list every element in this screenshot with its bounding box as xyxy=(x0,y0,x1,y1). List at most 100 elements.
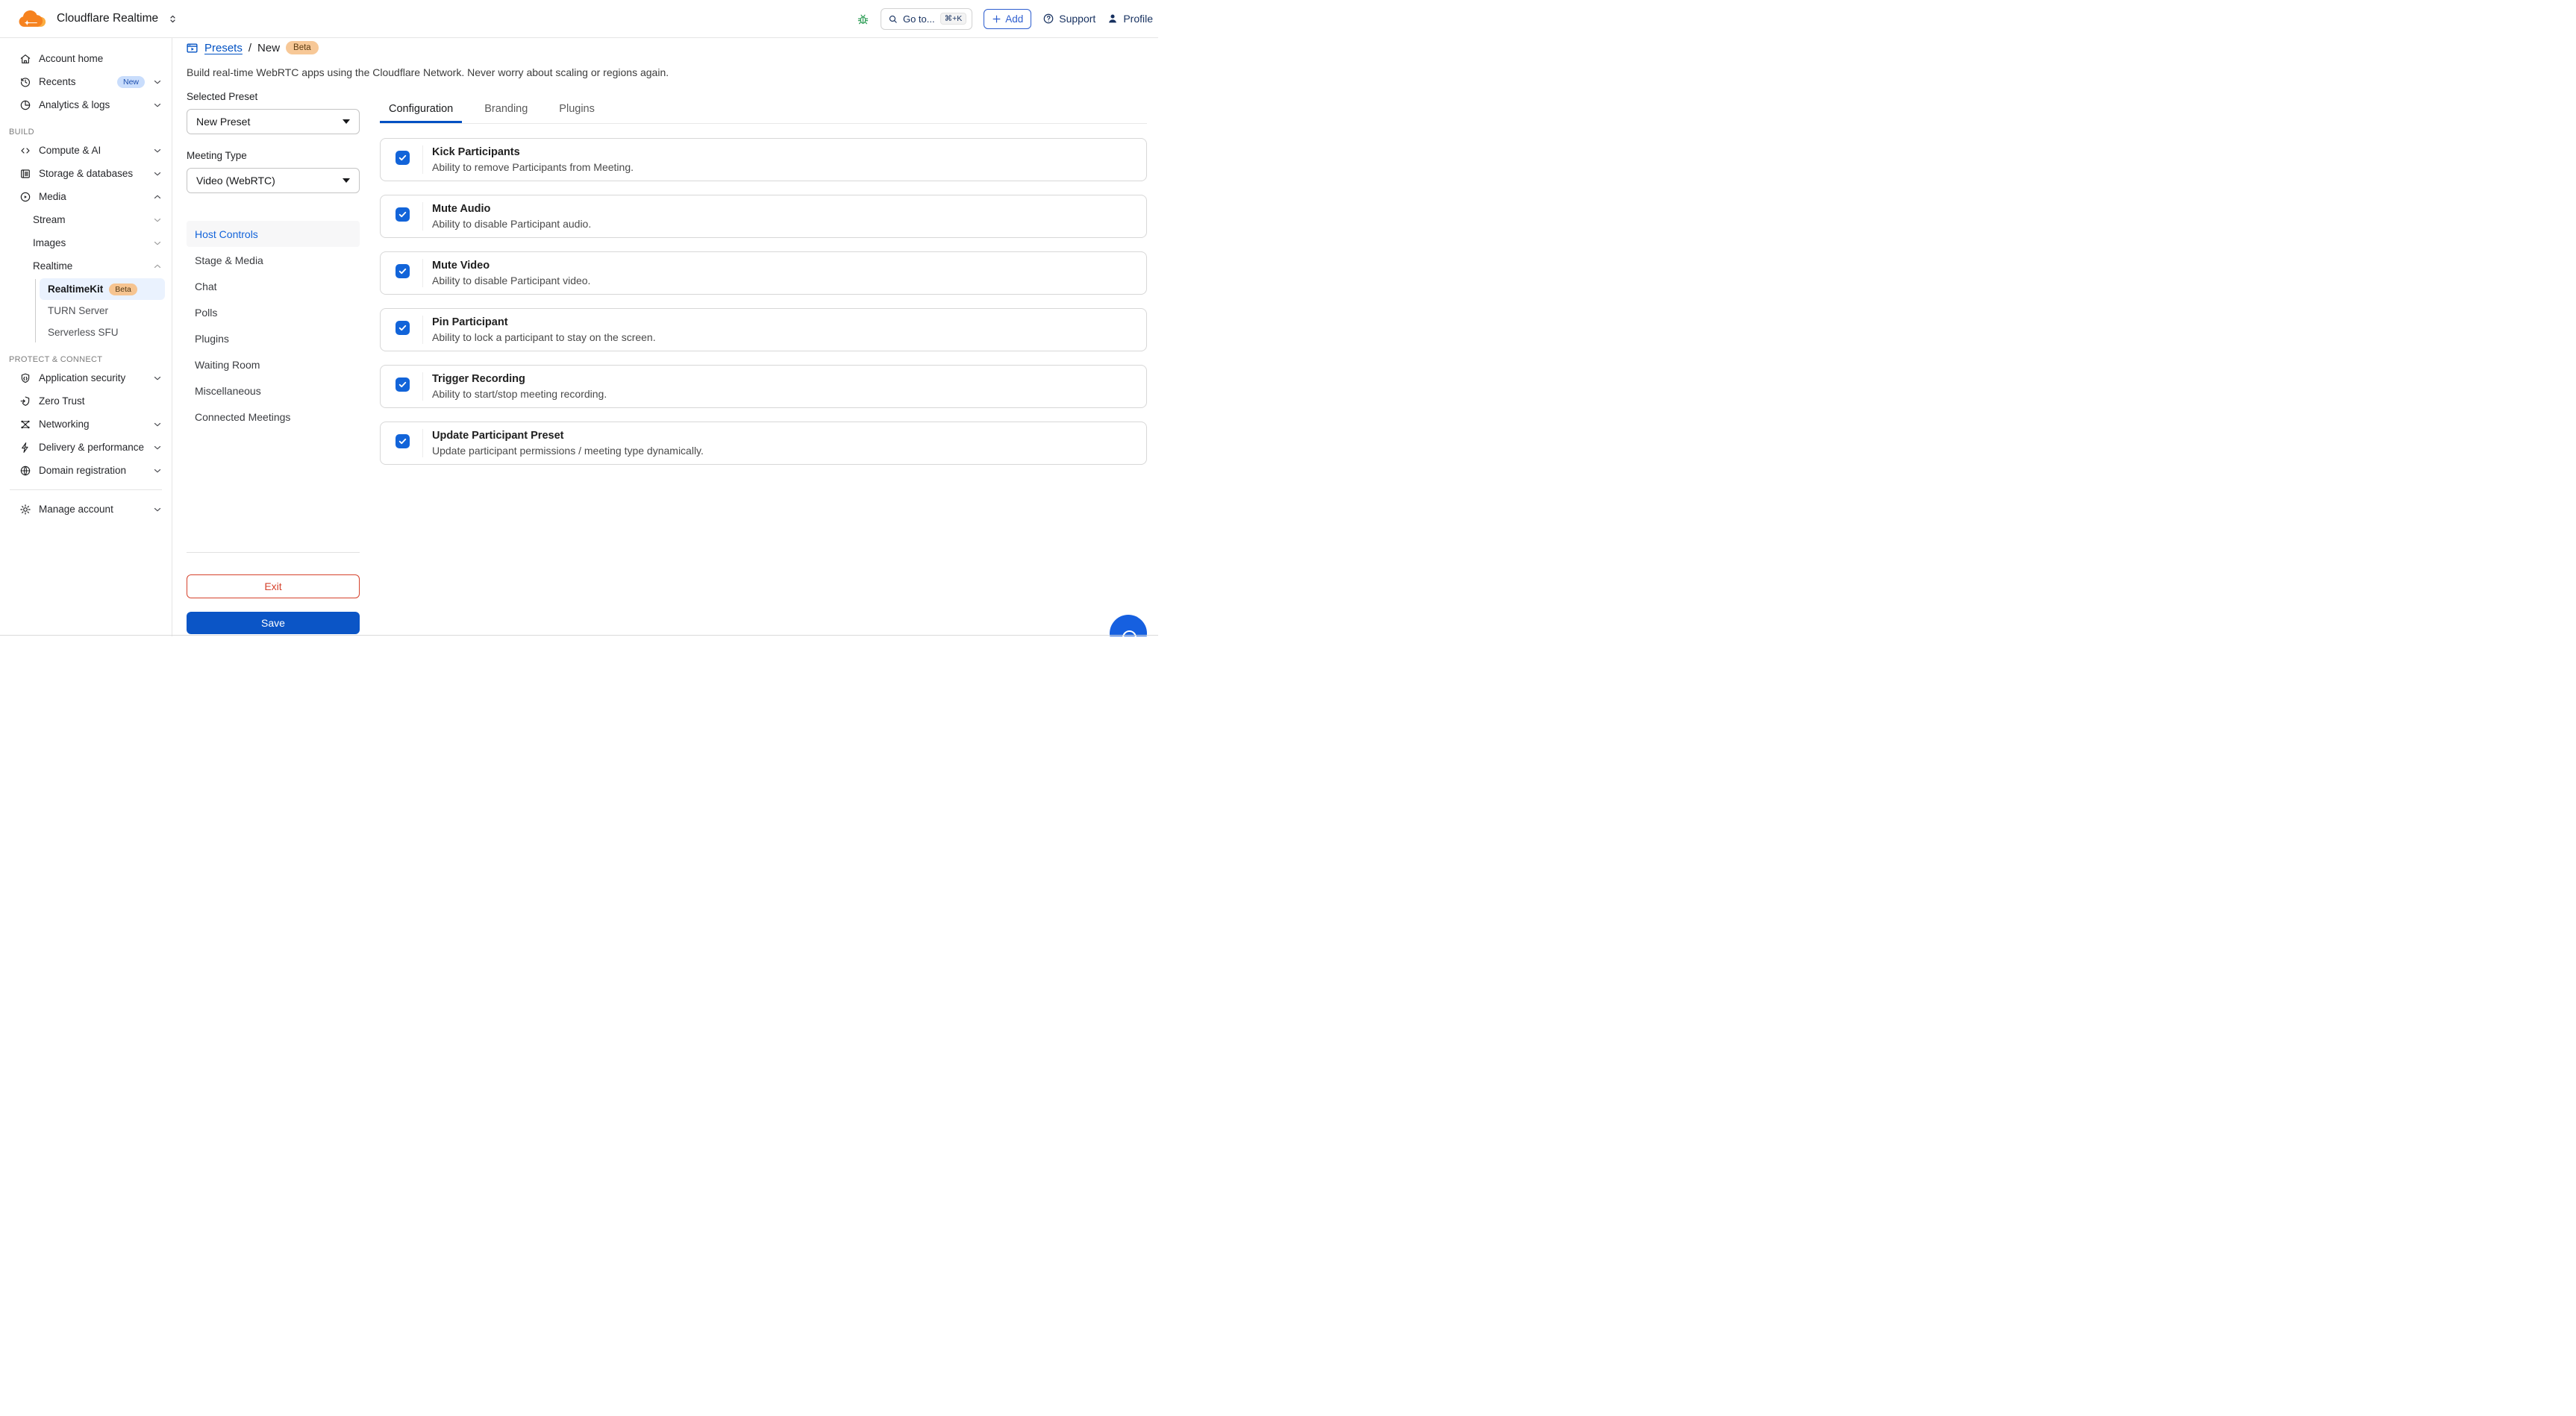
caret-down-icon xyxy=(343,119,350,124)
sidebar-item-label: Manage account xyxy=(39,504,113,515)
permission-card-mute-audio: Mute Audio Ability to disable Participan… xyxy=(380,195,1147,238)
sidebar-section-protect-connect: PROTECT & CONNECT xyxy=(9,355,103,364)
permission-description: Ability to lock a participant to stay on… xyxy=(432,331,656,343)
permission-description: Ability to disable Participant audio. xyxy=(432,218,592,230)
sidebar-item-serverless-sfu[interactable]: Serverless SFU xyxy=(40,322,165,343)
menu-item-polls[interactable]: Polls xyxy=(187,299,360,325)
sidebar-item-networking[interactable]: Networking xyxy=(0,413,172,436)
tab-bar: Configuration Branding Plugins xyxy=(380,98,1147,124)
tab-plugins[interactable]: Plugins xyxy=(550,98,604,123)
card-divider xyxy=(422,316,423,344)
sidebar-divider xyxy=(10,489,162,490)
meeting-type-select[interactable]: Video (WebRTC) xyxy=(187,168,360,193)
pie-chart-icon xyxy=(19,99,31,111)
sidebar-item-label: Recents xyxy=(39,76,76,87)
save-button[interactable]: Save xyxy=(187,612,360,634)
sidebar-item-label: Compute & AI xyxy=(39,145,101,156)
menu-item-miscellaneous[interactable]: Miscellaneous xyxy=(187,378,360,404)
sidebar-item-label: Account home xyxy=(39,53,104,64)
shield-arrow-icon xyxy=(19,395,31,407)
menu-item-connected-meetings[interactable]: Connected Meetings xyxy=(187,404,360,430)
lightning-icon xyxy=(19,442,31,454)
sidebar-item-media[interactable]: Media xyxy=(0,185,172,208)
add-button-label: Add xyxy=(1005,13,1024,25)
tab-configuration[interactable]: Configuration xyxy=(380,98,463,123)
permission-description: Ability to start/stop meeting recording. xyxy=(432,388,607,400)
sidebar-item-realtimekit[interactable]: RealtimeKit Beta xyxy=(40,278,165,300)
sidebar-item-application-security[interactable]: Application security xyxy=(0,366,172,389)
sidebar-item-account-home[interactable]: Account home xyxy=(0,47,172,70)
search-icon xyxy=(888,14,898,24)
sidebar-item-analytics-logs[interactable]: Analytics & logs xyxy=(0,93,172,116)
card-divider xyxy=(422,429,423,457)
breadcrumb-presets-link[interactable]: Presets xyxy=(204,42,243,54)
menu-item-chat[interactable]: Chat xyxy=(187,273,360,299)
code-icon xyxy=(19,145,31,157)
chevron-down-icon xyxy=(152,215,163,225)
network-icon xyxy=(19,419,31,430)
profile-menu[interactable]: Profile xyxy=(1107,13,1153,25)
checkbox[interactable] xyxy=(396,264,410,278)
sidebar-item-delivery-performance[interactable]: Delivery & performance xyxy=(0,436,172,459)
checkbox[interactable] xyxy=(396,434,410,448)
person-icon xyxy=(1107,13,1119,25)
sidebar-item-zero-trust[interactable]: Zero Trust xyxy=(0,389,172,413)
permission-title: Pin Participant xyxy=(432,316,508,328)
chevron-down-icon xyxy=(152,373,163,383)
sidebar: Account home Recents New Analytics & log… xyxy=(0,37,172,636)
play-circle-icon xyxy=(19,191,31,203)
selected-preset-label: Selected Preset xyxy=(187,91,258,102)
checkbox[interactable] xyxy=(396,321,410,335)
plus-icon xyxy=(992,14,1001,24)
checkbox[interactable] xyxy=(396,378,410,392)
search-placeholder: Go to... xyxy=(902,13,935,25)
sidebar-item-images[interactable]: Images xyxy=(0,231,172,254)
preset-section-menu: Host Controls Stage & Media Chat Polls P… xyxy=(187,221,360,430)
menu-item-host-controls[interactable]: Host Controls xyxy=(187,221,360,247)
permission-title: Trigger Recording xyxy=(432,373,525,385)
meeting-type-label: Meeting Type xyxy=(187,150,247,161)
menu-item-waiting-room[interactable]: Waiting Room xyxy=(187,351,360,378)
app-title: Cloudflare Realtime xyxy=(57,12,159,25)
chevron-down-icon xyxy=(152,100,163,110)
selected-preset-select[interactable]: New Preset xyxy=(187,109,360,134)
new-badge: New xyxy=(116,75,145,88)
sidebar-item-label: Application security xyxy=(39,372,126,383)
sidebar-item-label: Images xyxy=(33,237,66,248)
support-menu[interactable]: Support xyxy=(1042,13,1095,25)
permission-card-mute-video: Mute Video Ability to disable Participan… xyxy=(380,251,1147,295)
sidebar-item-domain-registration[interactable]: Domain registration xyxy=(0,459,172,482)
chat-widget-button[interactable] xyxy=(1110,615,1147,636)
exit-button[interactable]: Exit xyxy=(187,574,360,598)
account-switcher[interactable]: Cloudflare Realtime xyxy=(18,0,178,37)
global-search-input[interactable]: Go to... ⌘+K xyxy=(880,7,973,30)
sidebar-item-turn-server[interactable]: TURN Server xyxy=(40,300,165,322)
permission-list: Kick Participants Ability to remove Part… xyxy=(380,138,1147,465)
app-window: Cloudflare Realtime Go to... ⌘+K Add Sup… xyxy=(0,0,1158,636)
meeting-type-value: Video (WebRTC) xyxy=(196,175,275,187)
permission-card-update-participant-preset: Update Participant Preset Update partici… xyxy=(380,422,1147,465)
sidebar-item-storage-databases[interactable]: Storage & databases xyxy=(0,162,172,185)
checkbox[interactable] xyxy=(396,207,410,222)
checkbox[interactable] xyxy=(396,151,410,165)
sidebar-item-manage-account[interactable]: Manage account xyxy=(0,498,172,521)
chevron-up-icon xyxy=(152,261,163,272)
add-button[interactable]: Add xyxy=(984,8,1032,29)
bug-report-icon[interactable] xyxy=(857,13,869,25)
sidebar-item-stream[interactable]: Stream xyxy=(0,208,172,231)
menu-item-stage-media[interactable]: Stage & Media xyxy=(187,247,360,273)
preset-panel: Selected Preset New Preset Meeting Type … xyxy=(187,91,360,634)
page-description: Build real-time WebRTC apps using the Cl… xyxy=(187,66,669,78)
sidebar-item-realtime[interactable]: Realtime xyxy=(0,254,172,278)
sidebar-item-recents[interactable]: Recents New xyxy=(0,70,172,93)
tab-branding[interactable]: Branding xyxy=(475,98,537,123)
sidebar-item-label: Delivery & performance xyxy=(39,442,145,453)
support-label: Support xyxy=(1059,13,1096,25)
menu-item-plugins[interactable]: Plugins xyxy=(187,325,360,351)
sidebar-item-compute-ai[interactable]: Compute & AI xyxy=(0,139,172,162)
breadcrumb-current: New xyxy=(257,41,281,54)
card-divider xyxy=(422,202,423,231)
cloudflare-logo-icon xyxy=(18,9,48,28)
profile-label: Profile xyxy=(1123,13,1153,25)
breadcrumb: Presets / New Beta xyxy=(186,40,319,56)
